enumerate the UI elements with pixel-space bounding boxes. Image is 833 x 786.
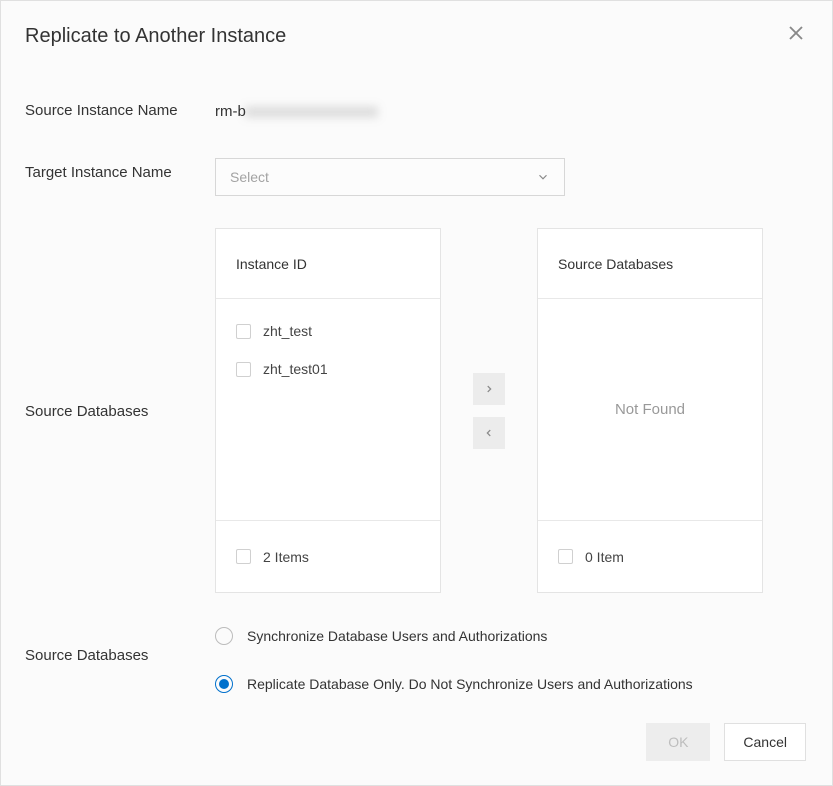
list-item[interactable]: zht_test bbox=[236, 323, 420, 339]
sync-option-group: Synchronize Database Users and Authoriza… bbox=[215, 625, 808, 693]
chevron-left-icon bbox=[484, 426, 494, 440]
radio-label: Replicate Database Only. Do Not Synchron… bbox=[247, 676, 693, 692]
transfer-right-header: Source Databases bbox=[538, 229, 762, 299]
row-target-instance: Target Instance Name Select bbox=[25, 158, 808, 196]
label-options: Source Databases bbox=[25, 625, 215, 664]
transfer-right-count: 0 Item bbox=[585, 549, 624, 565]
row-source-instance: Source Instance Name rm-bxxxxxxxxxxxxxx bbox=[25, 96, 808, 126]
ok-button[interactable]: OK bbox=[646, 723, 710, 761]
radio-icon bbox=[215, 627, 233, 645]
move-left-button[interactable] bbox=[473, 417, 505, 449]
radio-label: Synchronize Database Users and Authoriza… bbox=[247, 628, 547, 644]
transfer-right-footer: 0 Item bbox=[538, 520, 762, 592]
label-target-instance: Target Instance Name bbox=[25, 158, 215, 181]
chevron-down-icon bbox=[536, 170, 550, 184]
transfer-right-panel: Source Databases Not Found 0 Item bbox=[537, 228, 763, 593]
dialog-header: Replicate to Another Instance bbox=[1, 1, 832, 68]
dialog-footer: OK Cancel bbox=[1, 723, 832, 785]
form: Source Instance Name rm-bxxxxxxxxxxxxxx … bbox=[1, 68, 832, 693]
close-icon bbox=[787, 24, 805, 42]
cancel-button[interactable]: Cancel bbox=[724, 723, 806, 761]
list-item[interactable]: zht_test01 bbox=[236, 361, 420, 377]
transfer: Instance ID zht_test zht_test01 bbox=[215, 228, 808, 593]
transfer-left-header: Instance ID bbox=[216, 229, 440, 299]
checkbox[interactable] bbox=[236, 362, 251, 377]
dialog-title: Replicate to Another Instance bbox=[25, 25, 808, 48]
list-item-label: zht_test bbox=[263, 323, 312, 339]
row-options: Source Databases Synchronize Database Us… bbox=[25, 625, 808, 693]
list-item-label: zht_test01 bbox=[263, 361, 328, 377]
dialog: Replicate to Another Instance Source Ins… bbox=[0, 0, 833, 786]
transfer-left-body: zht_test zht_test01 bbox=[216, 299, 440, 520]
transfer-arrows bbox=[473, 373, 505, 449]
close-button[interactable] bbox=[782, 19, 810, 47]
target-instance-select[interactable]: Select bbox=[215, 158, 565, 196]
transfer-left-footer: 2 Items bbox=[216, 520, 440, 592]
move-right-button[interactable] bbox=[473, 373, 505, 405]
transfer-left-panel: Instance ID zht_test zht_test01 bbox=[215, 228, 441, 593]
radio-sync-users[interactable]: Synchronize Database Users and Authoriza… bbox=[215, 627, 808, 645]
label-source-instance: Source Instance Name bbox=[25, 96, 215, 119]
chevron-right-icon bbox=[484, 382, 494, 396]
select-placeholder: Select bbox=[230, 169, 269, 185]
select-all-checkbox[interactable] bbox=[558, 549, 573, 564]
label-source-databases: Source Databases bbox=[25, 228, 215, 420]
empty-placeholder: Not Found bbox=[615, 401, 685, 418]
checkbox[interactable] bbox=[236, 324, 251, 339]
source-instance-prefix: rm-b bbox=[215, 103, 246, 120]
radio-icon bbox=[215, 675, 233, 693]
transfer-left-count: 2 Items bbox=[263, 549, 309, 565]
value-source-instance: rm-bxxxxxxxxxxxxxx bbox=[215, 96, 808, 126]
select-all-checkbox[interactable] bbox=[236, 549, 251, 564]
transfer-right-body: Not Found bbox=[538, 299, 762, 520]
radio-replicate-only[interactable]: Replicate Database Only. Do Not Synchron… bbox=[215, 675, 808, 693]
row-source-databases: Source Databases Instance ID zht_test bbox=[25, 228, 808, 593]
source-instance-blurred: xxxxxxxxxxxxxx bbox=[246, 103, 379, 120]
